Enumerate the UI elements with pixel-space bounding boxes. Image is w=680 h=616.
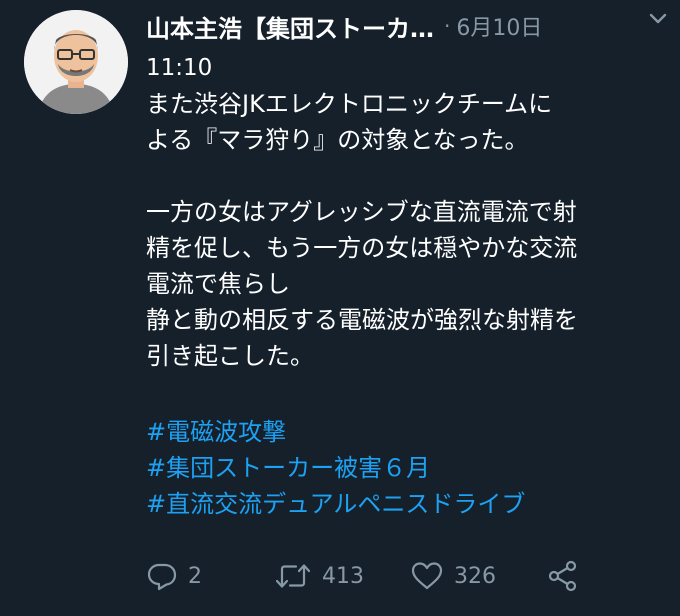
share-button[interactable] xyxy=(546,556,580,596)
hashtag-link[interactable]: #電磁波攻撃 xyxy=(146,414,525,450)
avatar[interactable] xyxy=(24,10,128,114)
tweet-header: 山本主浩【集団ストーカ… · 6月10日 xyxy=(146,8,666,44)
tweet-body: また渋谷JKエレクトロニックチームに よる『マラ狩り』の対象となった。 一方の女… xyxy=(146,86,666,374)
reply-button[interactable]: 2 xyxy=(146,556,202,596)
like-count: 326 xyxy=(454,563,496,589)
body-blank-line xyxy=(146,158,666,194)
separator-dot: · xyxy=(444,14,451,38)
retweet-icon xyxy=(274,560,312,592)
retweet-count: 413 xyxy=(322,563,364,589)
body-line: 引き起こした。 xyxy=(146,342,314,370)
reply-icon xyxy=(146,560,178,592)
tweet-date[interactable]: 6月10日 xyxy=(456,10,542,42)
tweet-time: 11:10 xyxy=(146,55,213,81)
body-line: よる『マラ狩り』の対象となった。 xyxy=(146,126,529,154)
chevron-down-icon[interactable] xyxy=(644,4,672,32)
retweet-button[interactable]: 413 xyxy=(274,556,364,596)
body-line: 一方の女はアグレッシブな直流電流で射 xyxy=(146,198,577,226)
tweet: 山本主浩【集団ストーカ… · 6月10日 11:10 また渋谷JKエレクトロニッ… xyxy=(0,0,680,616)
hashtag-link[interactable]: #直流交流デュアルペニスドライブ xyxy=(146,486,525,522)
hashtag-list: #電磁波攻撃 #集団ストーカー被害６月 #直流交流デュアルペニスドライブ xyxy=(146,414,525,522)
reply-count: 2 xyxy=(188,563,202,589)
action-bar: 2 413 326 xyxy=(146,556,666,596)
body-line: 精を促し、もう一方の女は穏やかな交流 xyxy=(146,234,578,262)
heart-icon xyxy=(410,560,444,592)
like-button[interactable]: 326 xyxy=(410,556,496,596)
hashtag-link[interactable]: #集団ストーカー被害６月 xyxy=(146,450,525,486)
body-line: 静と動の相反する電磁波が強烈な射精を xyxy=(146,306,578,334)
share-icon xyxy=(546,560,580,592)
body-line: また渋谷JKエレクトロニックチームに xyxy=(146,90,553,118)
display-name[interactable]: 山本主浩【集団ストーカ… xyxy=(146,9,434,44)
body-line: 電流で焦らし xyxy=(146,270,290,298)
